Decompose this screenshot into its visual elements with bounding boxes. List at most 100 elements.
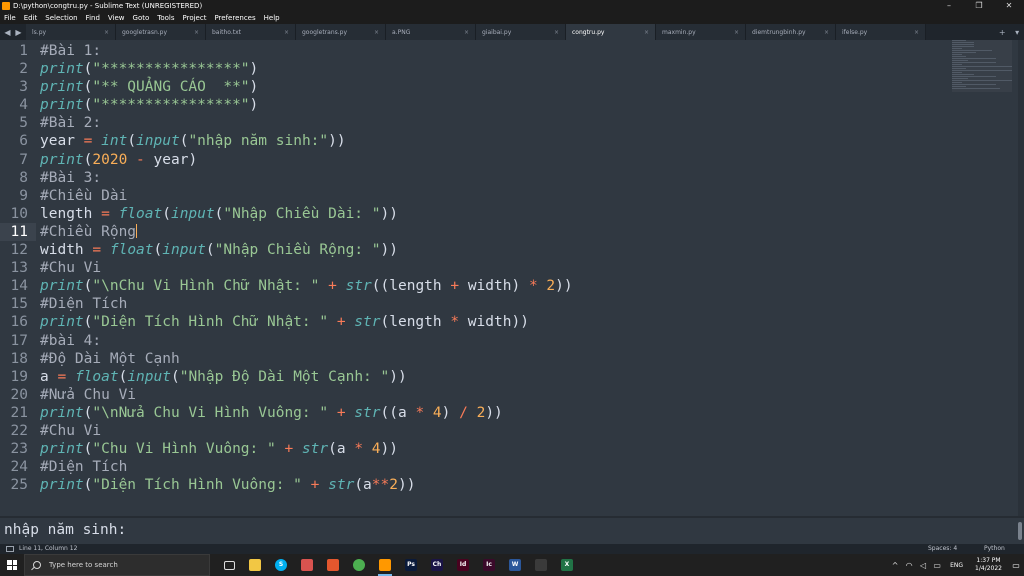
tab-close-icon[interactable]: × <box>194 29 199 36</box>
menu-view[interactable]: View <box>104 12 129 24</box>
tab-close-icon[interactable]: × <box>464 29 469 36</box>
menu-find[interactable]: Find <box>82 12 104 24</box>
line-number[interactable]: 5 <box>0 114 36 132</box>
line-number[interactable]: 11 <box>0 222 36 242</box>
syntax-selector[interactable]: Python <box>984 544 1005 554</box>
clock[interactable]: 1:37 PM 1/4/2022 <box>969 557 1008 573</box>
tab-close-icon[interactable]: × <box>374 29 379 36</box>
tab-close-icon[interactable]: × <box>554 29 559 36</box>
menu-project[interactable]: Project <box>179 12 211 24</box>
editor-area[interactable]: 1 2 3 4 5 6 7 8 9 10 11 12 13 14 15 16 17 18 19 20 21 22 23 24 2… <box>0 40 1018 516</box>
taskbar-app-skype[interactable]: S <box>268 554 294 576</box>
line-number[interactable]: 20 <box>0 386 36 404</box>
line-number[interactable]: 9 <box>0 187 36 205</box>
tab-googletrasn-py[interactable]: googletrasn.py × <box>116 24 206 40</box>
taskbar-app-word[interactable]: W <box>502 554 528 576</box>
taskbar-app-terminal[interactable] <box>528 554 554 576</box>
minimize-button[interactable]: – <box>934 0 964 12</box>
line-number[interactable]: 6 <box>0 132 36 150</box>
menu-help[interactable]: Help <box>260 12 284 24</box>
menu-file[interactable]: File <box>0 12 20 24</box>
line-number[interactable]: 24 <box>0 458 36 476</box>
minimap[interactable] <box>952 40 1012 100</box>
tab-giaibai-py[interactable]: giaibai.py × <box>476 24 566 40</box>
function-name: input <box>170 205 215 222</box>
tab-close-icon[interactable]: × <box>914 29 919 36</box>
cursor-position: Line 11, Column 12 <box>19 545 78 552</box>
new-tab-icon[interactable]: + <box>999 28 1006 37</box>
menu-tools[interactable]: Tools <box>153 12 178 24</box>
taskbar-app-incopy[interactable]: Ic <box>476 554 502 576</box>
line-number[interactable]: 19 <box>0 368 36 386</box>
line-number[interactable]: 23 <box>0 440 36 458</box>
line-number[interactable]: 1 <box>0 42 36 60</box>
line-number[interactable]: 14 <box>0 277 36 295</box>
line-number[interactable]: 22 <box>0 422 36 440</box>
taskbar-app-file-explorer[interactable] <box>242 554 268 576</box>
line-number[interactable]: 10 <box>0 205 36 223</box>
taskbar-app-excel[interactable]: X <box>554 554 580 576</box>
tab-googletrans-py[interactable]: googletrans.py × <box>296 24 386 40</box>
code-view[interactable]: #Bài 1: print("****************") print(… <box>40 42 948 494</box>
input-language[interactable]: ENG <box>944 562 969 569</box>
tab-close-icon[interactable]: × <box>644 29 649 36</box>
line-number[interactable]: 2 <box>0 60 36 78</box>
volume-icon[interactable]: ◁ <box>916 561 930 570</box>
maximize-button[interactable]: ❐ <box>964 0 994 12</box>
line-number[interactable]: 3 <box>0 78 36 96</box>
tab-maxmin-py[interactable]: maxmin.py × <box>656 24 746 40</box>
tab-diemtrungbinh-py[interactable]: diemtrungbinh.py × <box>746 24 836 40</box>
tab-a-png[interactable]: a.PNG × <box>386 24 476 40</box>
tab-close-icon[interactable]: × <box>734 29 739 36</box>
output-panel[interactable]: nhập năm sinh: <box>0 516 1024 544</box>
variable: width <box>459 314 512 331</box>
close-button[interactable]: ✕ <box>994 0 1024 12</box>
battery-icon[interactable]: ▭ <box>930 561 944 570</box>
tab-close-icon[interactable]: × <box>824 29 829 36</box>
tab-label: congtru.py <box>572 28 605 36</box>
tab-close-icon[interactable]: × <box>104 29 109 36</box>
function-name: float <box>109 242 154 259</box>
menu-goto[interactable]: Goto <box>129 12 154 24</box>
line-number[interactable]: 18 <box>0 350 36 368</box>
line-number[interactable]: 21 <box>0 404 36 422</box>
indentation-setting[interactable]: Spaces: 4 <box>928 544 957 554</box>
tab-congtru-py[interactable]: congtru.py × <box>566 24 656 40</box>
taskbar-app-photoshop[interactable]: Ps <box>398 554 424 576</box>
start-button[interactable] <box>0 554 24 576</box>
tab-ls-py[interactable]: ls.py × <box>26 24 116 40</box>
tab-close-icon[interactable]: × <box>284 29 289 36</box>
tab-baitho-txt[interactable]: baitho.txt × <box>206 24 296 40</box>
tab-ifelse-py[interactable]: ifelse.py × <box>836 24 926 40</box>
line-number[interactable]: 13 <box>0 259 36 277</box>
taskbar-search-box[interactable]: Type here to search <box>24 554 210 576</box>
taskbar-app-snipping-tool[interactable] <box>294 554 320 576</box>
line-number[interactable]: 12 <box>0 241 36 259</box>
panel-scrollbar[interactable] <box>1018 522 1022 540</box>
taskbar-app-character-animator[interactable]: Ch <box>424 554 450 576</box>
line-number[interactable]: 16 <box>0 313 36 331</box>
notifications-icon[interactable]: ▭ <box>1008 561 1024 570</box>
line-number[interactable]: 25 <box>0 476 36 494</box>
taskbar-app-indesign[interactable]: Id <box>450 554 476 576</box>
operator: * <box>354 441 364 458</box>
line-number[interactable]: 15 <box>0 295 36 313</box>
taskbar-app-sublime-text[interactable] <box>372 554 398 576</box>
taskbar-app-task-view[interactable] <box>216 554 242 576</box>
line-number[interactable]: 8 <box>0 169 36 187</box>
line-number[interactable]: 7 <box>0 151 36 169</box>
menu-selection[interactable]: Selection <box>41 12 81 24</box>
panel-toggle-icon[interactable] <box>6 546 14 552</box>
line-number[interactable]: 4 <box>0 96 36 114</box>
menu-edit[interactable]: Edit <box>20 12 42 24</box>
editor-scrollbar[interactable] <box>1018 40 1024 516</box>
tab-prev-icon[interactable]: ◀ <box>4 28 10 37</box>
network-icon[interactable]: ◠ <box>902 561 916 570</box>
line-number[interactable]: 17 <box>0 332 36 350</box>
taskbar-app-paint[interactable] <box>320 554 346 576</box>
tab-dropdown-icon[interactable]: ▾ <box>1015 28 1019 37</box>
menu-preferences[interactable]: Preferences <box>210 12 259 24</box>
tray-chevron-icon[interactable]: ^ <box>888 561 902 570</box>
taskbar-app-chrome[interactable] <box>346 554 372 576</box>
tab-next-icon[interactable]: ▶ <box>15 28 21 37</box>
